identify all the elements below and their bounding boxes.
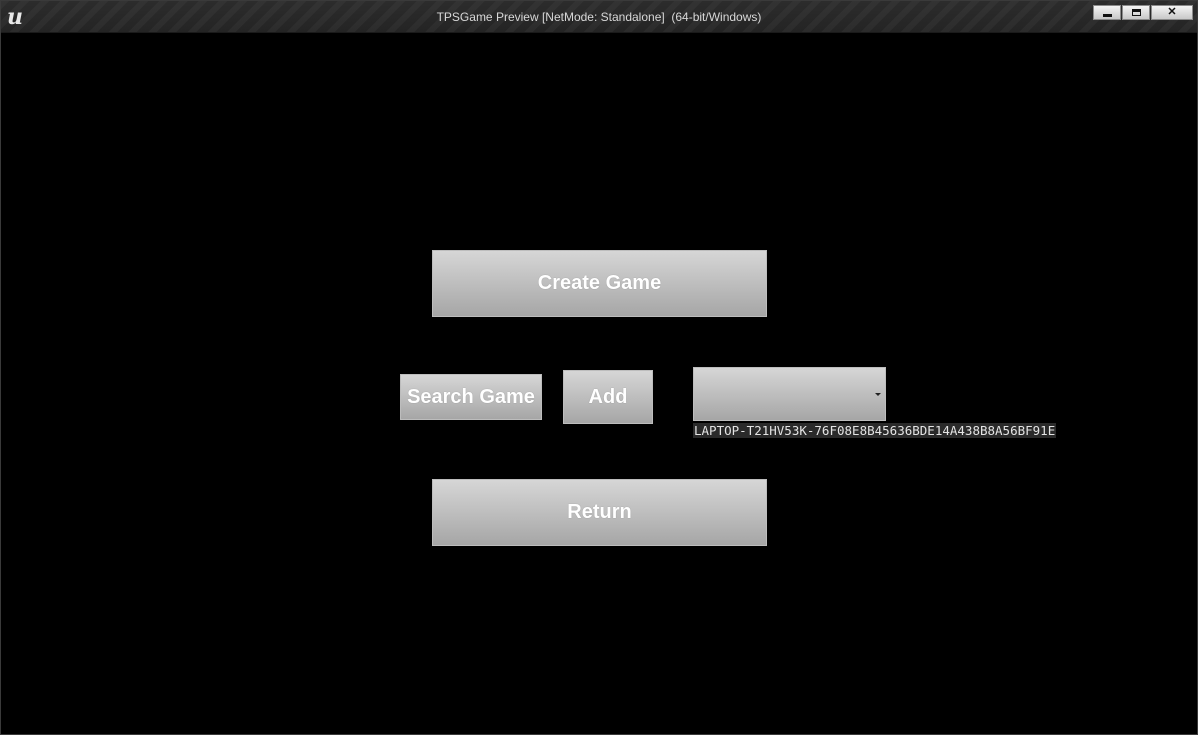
add-button[interactable]: Add xyxy=(563,370,653,424)
search-game-button[interactable]: Search Game xyxy=(400,374,542,420)
minimize-icon xyxy=(1102,13,1112,17)
title-bar[interactable]: u TPSGame Preview [NetMode: Standalone] … xyxy=(1,1,1197,33)
create-game-button[interactable]: Create Game xyxy=(432,250,767,317)
window-controls: ✕ xyxy=(1092,5,1193,20)
search-game-label: Search Game xyxy=(407,385,535,408)
return-label: Return xyxy=(567,501,632,523)
session-dropdown[interactable] xyxy=(693,367,886,421)
create-game-label: Create Game xyxy=(537,272,662,294)
maximize-button[interactable] xyxy=(1122,5,1150,20)
close-icon: ✕ xyxy=(1167,6,1177,18)
session-id-text: LAPTOP-T21HV53K-76F08E8B45636BDE14A438B8… xyxy=(693,423,1057,438)
game-preview-window: u TPSGame Preview [NetMode: Standalone] … xyxy=(0,0,1198,735)
return-button[interactable]: Return xyxy=(432,479,767,546)
close-button[interactable]: ✕ xyxy=(1151,5,1193,20)
maximize-icon xyxy=(1131,9,1141,16)
add-label: Add xyxy=(588,385,628,408)
minimize-button[interactable] xyxy=(1093,5,1121,20)
window-title: TPSGame Preview [NetMode: Standalone] (6… xyxy=(436,10,762,24)
game-viewport: Create Game Search Game Add LAPTOP-T21HV… xyxy=(1,33,1197,734)
chevron-down-icon xyxy=(875,393,881,396)
